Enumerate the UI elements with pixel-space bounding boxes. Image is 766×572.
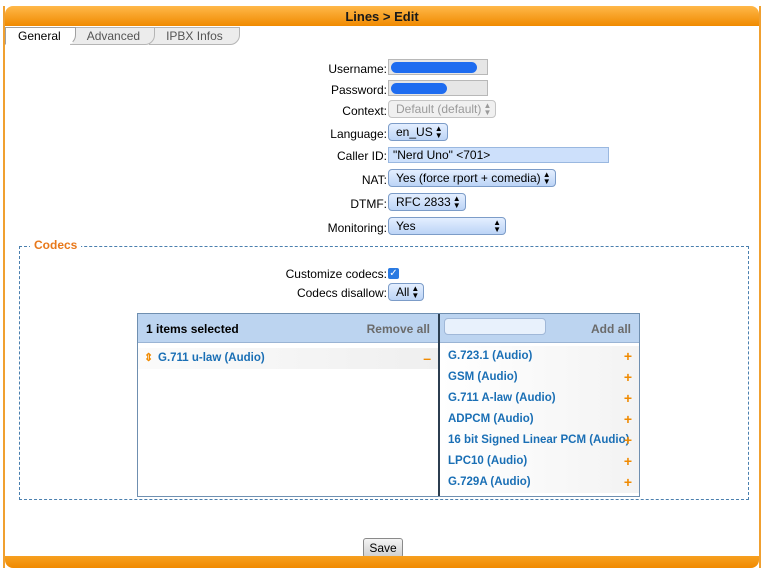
add-codec-icon[interactable]: + (624, 346, 632, 366)
codecs-disallow-label: Codecs disallow: (296, 286, 387, 300)
monitoring-value: Yes (396, 219, 416, 233)
codec-label: G.723.1 (Audio) (448, 350, 533, 362)
updown-arrow-icon: ▲ ▼ (542, 170, 551, 186)
save-button[interactable]: Save (363, 538, 403, 558)
codecs-disallow-select[interactable]: All ▲ ▼ (388, 283, 425, 301)
add-codec-icon[interactable]: + (624, 430, 632, 450)
context-label: Context: (342, 104, 387, 118)
tab-advanced[interactable]: Advanced (69, 27, 156, 45)
codec-label: G.729A (Audio) (448, 476, 531, 488)
codecs-legend: Codecs (30, 238, 82, 252)
nat-select[interactable]: Yes (force rport + comedia) ▲ ▼ (388, 169, 556, 187)
codec-label: ADPCM (Audio) (448, 413, 534, 425)
add-codec-icon[interactable]: + (624, 409, 632, 429)
monitoring-row: Monitoring: Yes ▲ ▼ (5, 217, 763, 237)
tab-ipbx-infos[interactable]: IPBX Infos (149, 27, 240, 45)
drag-handle-icon[interactable]: ⇕ (144, 348, 153, 368)
updown-arrow-icon: ▲ ▼ (452, 194, 461, 210)
dtmf-value: RFC 2833 (396, 195, 451, 209)
password-label: Password: (330, 83, 387, 97)
codecs-disallow-row: Codecs disallow: All ▲ ▼ (5, 283, 763, 303)
updown-arrow-icon: ▲ ▼ (411, 284, 420, 300)
available-codecs-pane: Add all G.723.1 (Audio) + GSM (Audio) + G.… (440, 314, 639, 496)
monitoring-label: Monitoring: (327, 221, 387, 235)
callerid-field[interactable]: "Nerd Uno" <701> (388, 147, 609, 163)
available-codec-item[interactable]: G.723.1 (Audio) + (440, 346, 639, 367)
context-value: Default (default) (396, 102, 482, 116)
password-row: Password: (5, 80, 763, 100)
customize-codecs-checkbox[interactable]: ✓ (388, 268, 399, 280)
dtmf-label: DTMF: (350, 197, 387, 211)
monitoring-select[interactable]: Yes ▲ ▼ (388, 217, 506, 235)
checkmark-icon: ✓ (389, 268, 398, 280)
redaction-mark (391, 62, 477, 73)
selected-codecs-pane: 1 items selected Remove all ⇕ G.711 u-la… (138, 314, 440, 496)
language-label: Language: (330, 127, 387, 141)
add-codec-icon[interactable]: + (624, 472, 632, 492)
dtmf-select[interactable]: RFC 2833 ▲ ▼ (388, 193, 466, 211)
available-codec-list: G.723.1 (Audio) + GSM (Audio) + G.711 A-la… (440, 343, 639, 493)
remove-all-link[interactable]: Remove all (367, 322, 430, 336)
remove-codec-icon[interactable]: – (423, 348, 431, 368)
codec-label: G.711 u-law (Audio) (158, 352, 265, 364)
edit-window: Lines > Edit General Advanced IPBX Infos… (3, 6, 761, 568)
updown-arrow-icon: ▲ ▼ (493, 218, 501, 234)
updown-arrow-icon: ▲ ▼ (434, 124, 443, 140)
add-codec-icon[interactable]: + (624, 388, 632, 408)
username-row: Username: (5, 59, 763, 79)
codec-search-input[interactable] (444, 318, 546, 335)
add-codec-icon[interactable]: + (624, 367, 632, 387)
codec-multiselect: 1 items selected Remove all ⇕ G.711 u-la… (137, 313, 640, 497)
nat-row: NAT: Yes (force rport + comedia) ▲ ▼ (5, 169, 763, 189)
username-label: Username: (328, 62, 387, 76)
window-bottom-bar (5, 556, 759, 568)
selected-count: 1 items selected (146, 322, 239, 336)
tab-bar: General Advanced IPBX Infos (5, 27, 240, 45)
available-codec-item[interactable]: GSM (Audio) + (440, 367, 639, 388)
codec-label: LPC10 (Audio) (448, 455, 528, 467)
callerid-label: Caller ID: (336, 149, 387, 163)
add-all-link[interactable]: Add all (591, 322, 631, 336)
redaction-mark (391, 83, 447, 94)
available-codec-item[interactable]: G.711 A-law (Audio) + (440, 388, 639, 409)
available-codec-item[interactable]: 16 bit Signed Linear PCM (Audio) + (440, 430, 639, 451)
codec-label: GSM (Audio) (448, 371, 518, 383)
context-select: Default (default) ▲ ▼ (388, 100, 497, 118)
available-codecs-header: Add all (440, 314, 639, 343)
selected-codecs-header: 1 items selected Remove all (138, 314, 438, 343)
customize-codecs-row: Customize codecs: ✓ (5, 265, 763, 285)
available-codec-item[interactable]: G.729A (Audio) + (440, 472, 639, 493)
codecs-disallow-value: All (396, 285, 410, 299)
tab-general[interactable]: General (5, 27, 76, 45)
callerid-row: Caller ID: "Nerd Uno" <701> (5, 147, 763, 167)
username-field[interactable] (388, 59, 488, 75)
dtmf-row: DTMF: RFC 2833 ▲ ▼ (5, 193, 763, 213)
codec-label: 16 bit Signed Linear PCM (Audio) (448, 434, 630, 446)
password-field[interactable] (388, 80, 488, 96)
window-title: Lines > Edit (5, 6, 759, 26)
language-row: Language: en_US ▲ ▼ (5, 123, 763, 143)
language-select[interactable]: en_US ▲ ▼ (388, 123, 448, 141)
selected-codec-item[interactable]: ⇕ G.711 u-law (Audio) – (138, 348, 438, 369)
context-row: Context: Default (default) ▲ ▼ (5, 100, 763, 120)
language-value: en_US (396, 125, 433, 139)
updown-arrow-icon: ▲ ▼ (483, 101, 492, 117)
add-codec-icon[interactable]: + (624, 451, 632, 471)
nat-label: NAT: (361, 173, 387, 187)
customize-codecs-label: Customize codecs: (285, 267, 387, 281)
codec-label: G.711 A-law (Audio) (448, 392, 556, 404)
nat-value: Yes (force rport + comedia) (396, 171, 541, 185)
available-codec-item[interactable]: LPC10 (Audio) + (440, 451, 639, 472)
available-codec-item[interactable]: ADPCM (Audio) + (440, 409, 639, 430)
